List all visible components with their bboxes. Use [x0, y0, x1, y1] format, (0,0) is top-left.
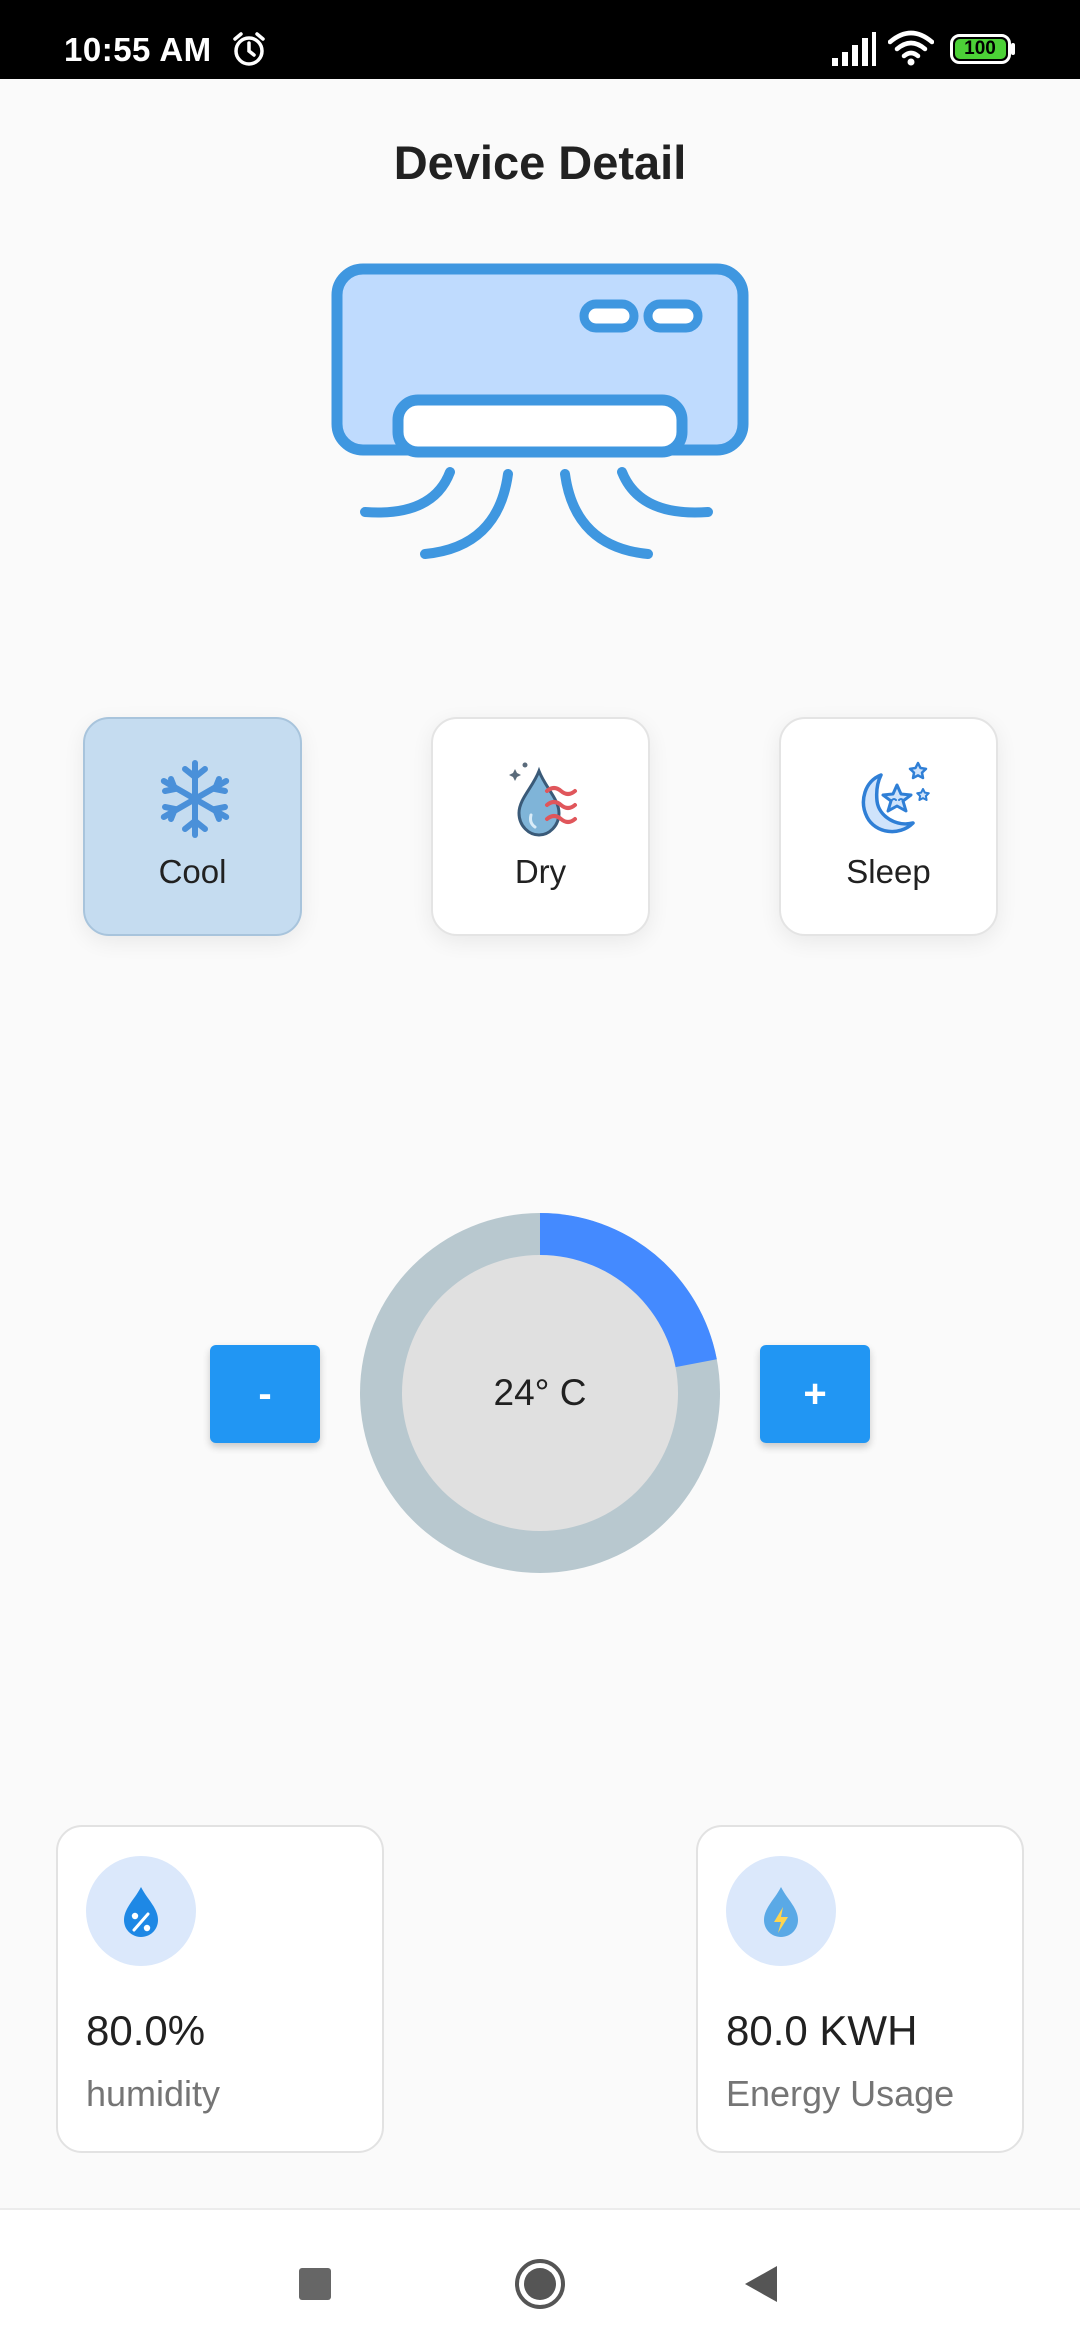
humidity-value: 80.0% [86, 2007, 206, 2054]
snowflake-icon [160, 760, 230, 838]
battery-level: 100 [964, 38, 996, 59]
dry-drop-icon [509, 762, 577, 837]
wifi-icon [888, 30, 934, 66]
energy-icon-badge [726, 1856, 836, 1966]
humidity-icon [124, 1887, 158, 1937]
mode-card-dry[interactable]: Dry [431, 717, 650, 936]
energy-card: 80.0 KWH Energy Usage [696, 1825, 1024, 2153]
status-time: 10:55 AM [64, 31, 212, 68]
energy-icon [764, 1887, 798, 1937]
recents-icon[interactable] [299, 2268, 331, 2300]
moon-stars-icon [861, 761, 930, 834]
page-title: Device Detail [393, 136, 687, 189]
navigation-bar [0, 2208, 1080, 2342]
mode-card-sleep[interactable]: Sleep [779, 717, 998, 936]
humidity-label: humidity [86, 2073, 221, 2114]
increase-temperature-button[interactable]: + [760, 1345, 870, 1443]
mode-label-sleep: Sleep [846, 853, 931, 890]
mode-card-cool[interactable]: Cool [83, 717, 302, 936]
humidity-card: 80.0% humidity [56, 1825, 384, 2153]
back-icon[interactable] [741, 2263, 781, 2305]
status-bar: 10:55 AM 100 [0, 0, 1080, 79]
humidity-icon-badge [86, 1856, 196, 1966]
air-conditioner-icon [331, 263, 749, 559]
energy-label: Energy Usage [726, 2073, 955, 2114]
mode-label-cool: Cool [158, 853, 227, 890]
home-icon[interactable] [514, 2258, 566, 2310]
signal-icon [832, 32, 876, 66]
energy-value: 80.0 KWH [726, 2007, 918, 2054]
temperature-value: 24° C [493, 1372, 587, 1413]
decrease-temperature-button[interactable]: - [210, 1345, 320, 1443]
alarm-icon [233, 32, 265, 66]
mode-label-dry: Dry [514, 853, 567, 890]
battery-icon: 100 [950, 34, 1016, 64]
